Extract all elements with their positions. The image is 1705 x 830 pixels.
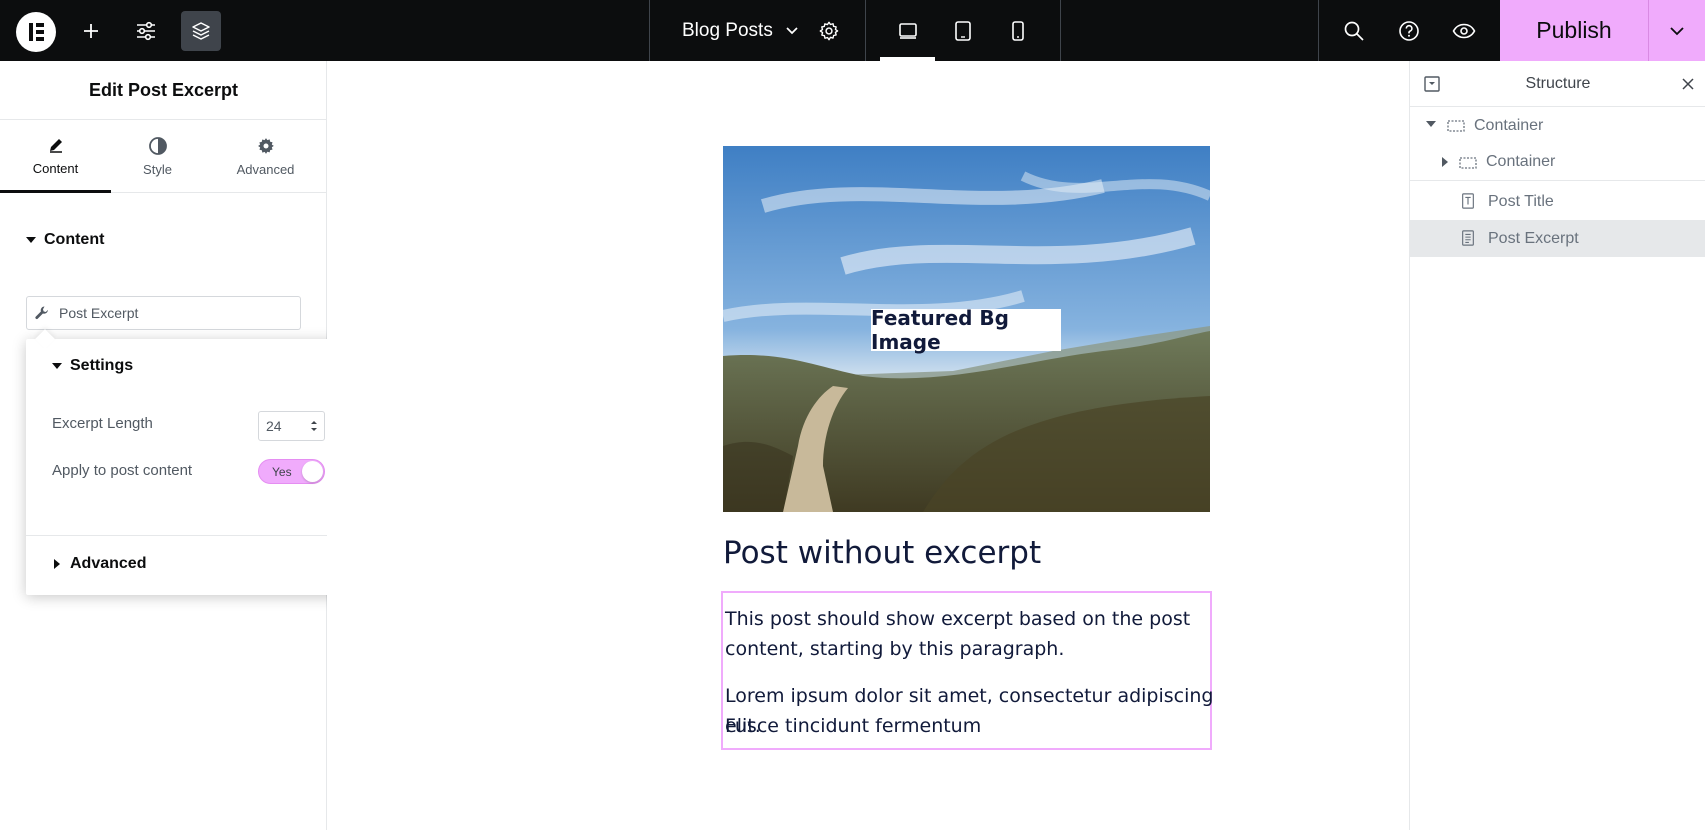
page-settings-button[interactable] bbox=[812, 0, 846, 61]
excerpt-length-label: Excerpt Length bbox=[52, 415, 153, 432]
tab-label: Content bbox=[32, 160, 79, 176]
structure-item-post-title[interactable]: Post Title bbox=[1410, 183, 1705, 220]
toggle-knob bbox=[302, 461, 323, 482]
dynamic-tag-settings-popover: Settings Excerpt Length 24 Apply to post… bbox=[26, 329, 351, 595]
caret-right-icon bbox=[54, 559, 60, 569]
content-section-toggle[interactable]: Content bbox=[26, 231, 104, 249]
apply-to-content-label: Apply to post content bbox=[52, 462, 193, 479]
structure-item-post-excerpt[interactable]: Post Excerpt bbox=[1410, 220, 1705, 257]
tablet-icon bbox=[954, 20, 971, 41]
desktop-view-button[interactable] bbox=[880, 0, 935, 61]
featured-image[interactable]: Featured Bg Image bbox=[723, 146, 1210, 512]
panel-title: Edit Post Excerpt bbox=[0, 61, 327, 120]
help-icon bbox=[1399, 20, 1419, 41]
stepper-arrows-icon[interactable] bbox=[310, 419, 318, 433]
post-title[interactable]: Post without excerpt bbox=[723, 535, 1041, 571]
toggle-label: Yes bbox=[272, 465, 292, 479]
structure-title: Structure bbox=[1525, 75, 1591, 92]
post-title-icon bbox=[1462, 193, 1474, 209]
tab-style[interactable]: Style bbox=[111, 120, 204, 193]
structure-item-label: Post Excerpt bbox=[1488, 229, 1579, 247]
editor-canvas: Featured Bg Image Post without excerpt T… bbox=[327, 61, 1409, 830]
panel-tabs: Content Style Advanced bbox=[0, 120, 327, 193]
advanced-label: Advanced bbox=[70, 555, 147, 572]
chevron-down-icon bbox=[786, 26, 798, 34]
settings-section-toggle[interactable]: Settings bbox=[52, 357, 133, 375]
mobile-view-button[interactable] bbox=[990, 0, 1045, 61]
mobile-icon bbox=[1011, 20, 1024, 41]
section-label: Content bbox=[44, 231, 105, 248]
caret-down-icon bbox=[52, 363, 62, 369]
gear-icon bbox=[257, 138, 274, 154]
search-icon bbox=[1344, 21, 1364, 41]
dynamic-tag-label: Post Excerpt bbox=[59, 305, 139, 321]
structure-item-container[interactable]: Container bbox=[1410, 107, 1705, 144]
post-excerpt-widget[interactable]: This post should show excerpt based on t… bbox=[721, 591, 1214, 750]
excerpt-length-input[interactable]: 24 bbox=[258, 411, 325, 441]
apply-to-content-toggle[interactable]: Yes bbox=[258, 459, 325, 484]
topbar-divider bbox=[865, 0, 866, 61]
topbar-divider bbox=[1318, 0, 1319, 61]
structure-item-label: Post Title bbox=[1488, 192, 1554, 210]
tab-content[interactable]: Content bbox=[0, 120, 111, 193]
close-icon[interactable] bbox=[1682, 78, 1694, 90]
excerpt-line: This post should show excerpt based on t… bbox=[725, 608, 1191, 630]
preview-button[interactable] bbox=[1447, 0, 1481, 61]
caret-down-icon[interactable] bbox=[1426, 121, 1436, 129]
gear-icon bbox=[819, 21, 839, 40]
publish-label: Publish bbox=[1536, 17, 1612, 43]
tab-label: Advanced bbox=[236, 162, 295, 177]
plus-icon bbox=[84, 24, 98, 38]
wrench-icon bbox=[35, 306, 48, 320]
chevron-down-icon bbox=[1670, 26, 1684, 35]
structure-panel: Structure Container Container Post Title… bbox=[1409, 61, 1705, 830]
dynamic-tag-field[interactable]: Post Excerpt bbox=[26, 296, 301, 330]
tablet-view-button[interactable] bbox=[935, 0, 990, 61]
post-excerpt-icon bbox=[1462, 230, 1474, 246]
structure-item-label: Container bbox=[1474, 116, 1544, 134]
publish-options-button[interactable] bbox=[1648, 0, 1705, 61]
container-icon bbox=[1459, 157, 1477, 169]
pencil-icon bbox=[49, 138, 62, 153]
site-settings-button[interactable] bbox=[126, 11, 166, 51]
excerpt-line: Fusce tincidunt fermentum bbox=[725, 715, 982, 737]
excerpt-length-value: 24 bbox=[266, 418, 282, 434]
document-title-button[interactable]: Blog Posts bbox=[682, 0, 799, 61]
finder-button[interactable] bbox=[1337, 0, 1371, 61]
top-bar: Blog Posts Publish bbox=[0, 0, 1705, 61]
contrast-icon bbox=[148, 137, 167, 155]
layers-icon bbox=[192, 22, 210, 40]
elementor-logo-icon[interactable] bbox=[16, 12, 56, 52]
topbar-divider bbox=[1060, 0, 1061, 61]
desktop-icon bbox=[898, 22, 917, 39]
caret-right-icon[interactable] bbox=[1442, 157, 1450, 167]
caret-down-icon bbox=[26, 237, 36, 243]
eye-icon bbox=[1452, 23, 1476, 38]
structure-header: Structure bbox=[1410, 61, 1705, 107]
editor-app: Blog Posts Publish Edit Post Excerpt Con… bbox=[0, 0, 1705, 830]
add-element-button[interactable] bbox=[71, 11, 111, 51]
sliders-icon bbox=[137, 21, 155, 41]
advanced-section-toggle[interactable]: Advanced bbox=[54, 555, 146, 573]
structure-button[interactable] bbox=[181, 11, 221, 51]
structure-item-container[interactable]: Container bbox=[1410, 144, 1705, 181]
excerpt-line: content, starting by this paragraph. bbox=[725, 638, 1065, 660]
publish-button[interactable]: Publish bbox=[1500, 0, 1648, 61]
help-button[interactable] bbox=[1392, 0, 1426, 61]
settings-heading: Settings bbox=[70, 357, 134, 374]
document-title: Blog Posts bbox=[682, 19, 773, 41]
structure-item-label: Container bbox=[1486, 153, 1556, 170]
tab-label: Style bbox=[143, 162, 172, 177]
container-icon bbox=[1447, 120, 1465, 132]
popover-divider bbox=[26, 535, 351, 536]
tab-advanced[interactable]: Advanced bbox=[204, 120, 327, 193]
featured-image-label: Featured Bg Image bbox=[871, 306, 1061, 354]
topbar-divider bbox=[649, 0, 650, 61]
